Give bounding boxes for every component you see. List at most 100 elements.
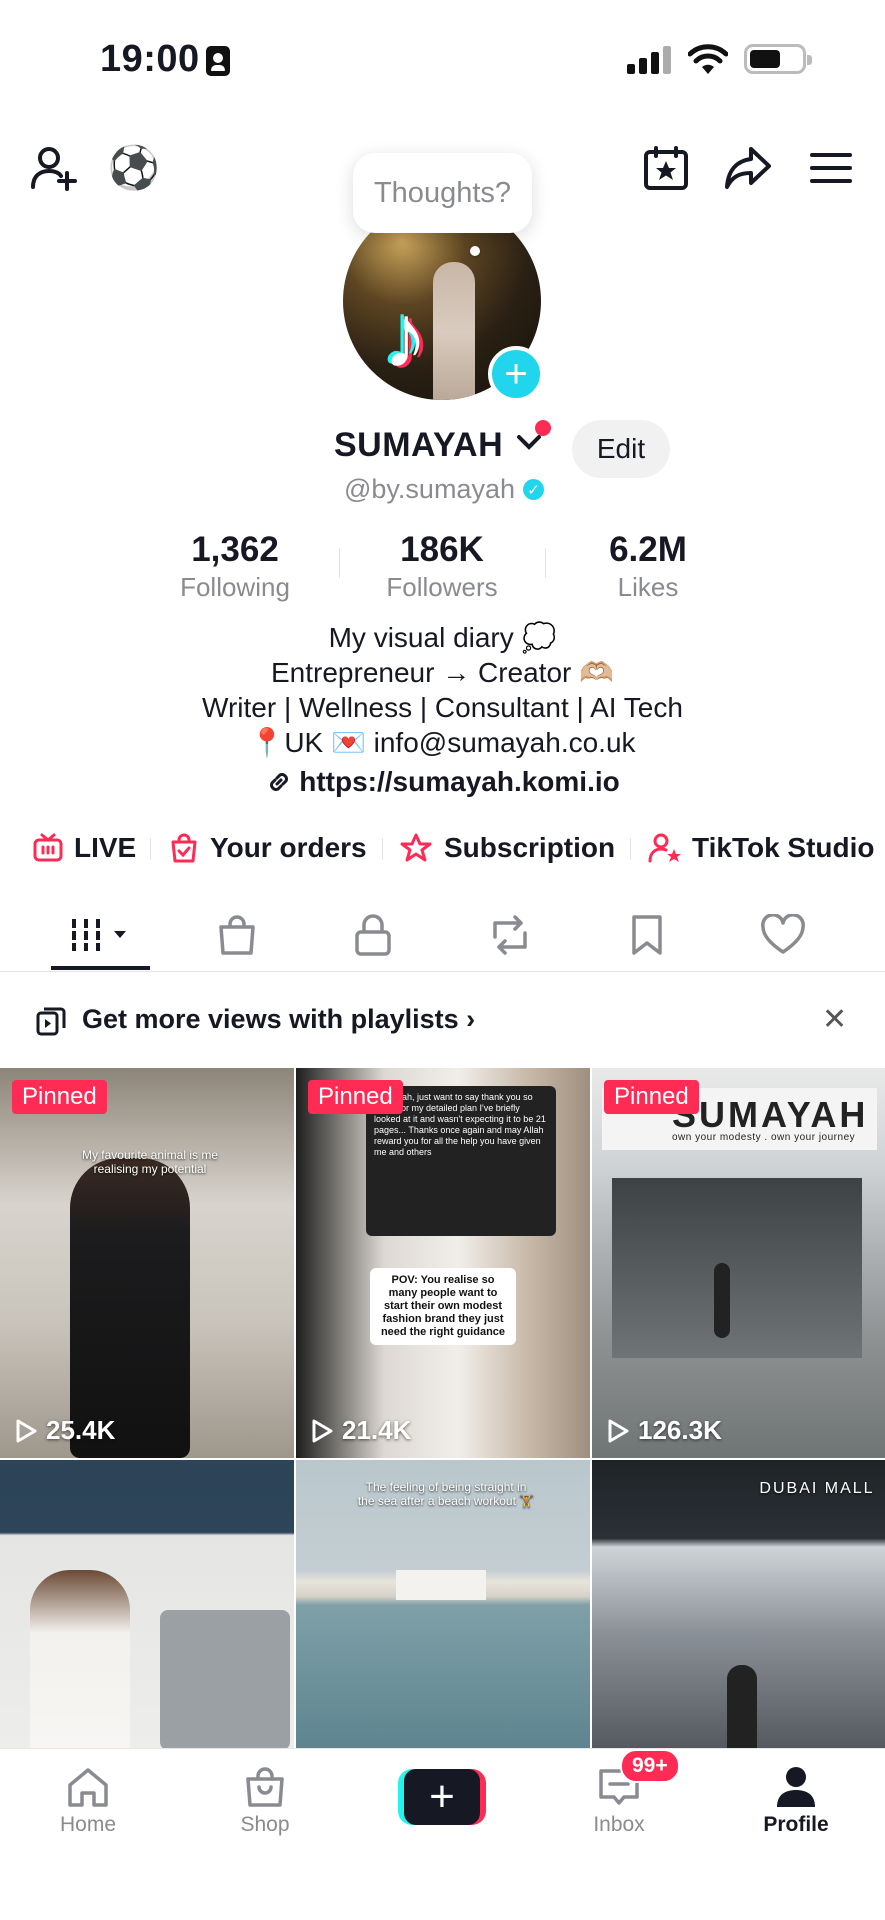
bio-line: Entrepreneur → Creator 🫶🏼 — [271, 657, 614, 688]
bookmark-icon — [632, 915, 662, 955]
content-tabs — [0, 900, 885, 972]
thoughts-bubble-tail — [470, 246, 480, 256]
nav-label: Shop — [240, 1813, 290, 1836]
stat-label: Likes — [617, 572, 679, 602]
playlist-banner-text: Get more views with playlists › — [82, 1004, 475, 1035]
subscription-star-icon — [400, 833, 432, 862]
inbox-badge: 99+ — [620, 1749, 680, 1783]
stat-value: 186K — [400, 530, 484, 569]
bio: My visual diary 💭 Entrepreneur → Creator… — [0, 620, 885, 760]
video-thumbnail-figure — [727, 1665, 757, 1750]
divider — [630, 838, 631, 860]
stat-label: Following — [180, 572, 290, 602]
chevron-right-icon: › — [466, 1004, 476, 1034]
add-friend-icon[interactable] — [26, 140, 82, 196]
profile-handle: @by.sumayah — [344, 474, 515, 504]
tab-private[interactable] — [338, 900, 408, 970]
shortcut-label: Subscription — [444, 832, 616, 863]
video-tile[interactable]: My favourite animal is me realising my p… — [0, 1068, 294, 1458]
thoughts-bubble[interactable]: Thoughts? — [353, 153, 532, 233]
calendar-star-icon[interactable] — [638, 140, 694, 196]
video-thumbnail-figure — [30, 1570, 130, 1750]
tab-videos[interactable] — [66, 900, 136, 970]
heart-icon — [761, 914, 805, 954]
wifi-icon — [688, 44, 728, 74]
lock-icon — [355, 914, 391, 956]
profile-name-row: SUMAYAH Edit — [0, 420, 885, 480]
video-tile[interactable]: SUMAYAH own your modesty . own your journ… — [592, 1068, 885, 1458]
pinned-badge: Pinned — [308, 1080, 403, 1114]
view-count: 126.3K — [606, 1415, 722, 1446]
tab-shop[interactable] — [202, 900, 272, 970]
orders-bag-icon — [171, 833, 197, 863]
edit-profile-button[interactable]: Edit — [572, 420, 670, 478]
tab-favorites[interactable] — [612, 900, 682, 970]
view-count-value: 126.3K — [638, 1415, 722, 1445]
tab-liked[interactable] — [748, 900, 818, 970]
share-icon[interactable] — [720, 140, 776, 196]
shortcut-your-orders[interactable]: Your orders — [168, 826, 367, 870]
video-caption: The feeling of being straight in the sea… — [357, 1480, 535, 1508]
nav-label: Home — [59, 1813, 117, 1836]
stat-label: Followers — [386, 572, 498, 602]
status-bar: 19:00 — [0, 0, 885, 120]
tv-icon — [33, 833, 63, 862]
video-thumbnail-building — [396, 1570, 486, 1600]
stat-following[interactable]: 1,362 Following — [135, 530, 335, 603]
bio-line: 📍UK 💌 info@sumayah.co.uk — [249, 727, 636, 758]
play-icon — [312, 1419, 333, 1442]
studio-person-icon — [648, 833, 681, 863]
video-tile[interactable]: The feeling of being straight in the sea… — [296, 1460, 590, 1750]
video-caption: My favourite animal is me realising my p… — [81, 1148, 219, 1176]
shortcut-tiktok-studio[interactable]: TikTok Studio — [648, 826, 875, 870]
playlist-banner-label: Get more views with playlists — [82, 1004, 459, 1034]
divider — [382, 838, 383, 860]
avatar-person — [433, 262, 475, 400]
verified-badge-icon: ✓ — [523, 479, 544, 500]
video-subcaption: own your modesty . own your journey — [672, 1132, 856, 1143]
video-tile[interactable] — [0, 1460, 294, 1750]
nav-shop[interactable]: Shop — [205, 1765, 325, 1837]
video-tile[interactable]: Sumayah, just want to say thank you so m… — [296, 1068, 590, 1458]
chevron-down-icon[interactable] — [516, 432, 542, 452]
nav-label: Inbox — [593, 1813, 645, 1836]
home-icon — [68, 1768, 108, 1807]
shortcut-live[interactable]: LIVE — [32, 826, 136, 870]
shortcut-subscription[interactable]: Subscription — [400, 826, 615, 870]
video-tile[interactable]: DUBAI MALL — [592, 1460, 885, 1750]
view-count-value: 21.4K — [342, 1415, 412, 1445]
bio-link[interactable]: https://sumayah.komi.io — [0, 766, 885, 798]
play-icon — [608, 1419, 629, 1442]
profile-person-icon — [777, 1767, 815, 1807]
play-icon — [16, 1419, 37, 1442]
soccer-ball-icon[interactable]: ⚽ — [106, 140, 162, 196]
notification-dot — [535, 420, 551, 436]
video-thumbnail-figure — [714, 1263, 730, 1338]
close-icon[interactable]: ✕ — [822, 1002, 847, 1037]
stat-followers[interactable]: 186K Followers — [342, 530, 542, 603]
bio-line: My visual diary 💭 — [328, 622, 557, 653]
tab-reposts[interactable] — [475, 900, 545, 970]
bottom-nav: Home Shop + Inbox 99+ Profile — [0, 1748, 885, 1920]
view-count: 21.4K — [310, 1415, 411, 1446]
stat-likes[interactable]: 6.2M Likes — [548, 530, 748, 603]
create-button[interactable]: + — [398, 1769, 486, 1825]
repost-icon — [493, 915, 527, 955]
view-count-value: 25.4K — [46, 1415, 116, 1445]
bio-line: Writer | Wellness | Consultant | AI Tech — [202, 692, 683, 723]
video-caption: DUBAI MALL — [759, 1480, 875, 1497]
divider — [545, 548, 546, 578]
stat-value: 1,362 — [191, 530, 279, 569]
pinned-badge: Pinned — [604, 1080, 699, 1114]
tiktok-logo-icon: ♪ — [383, 287, 428, 387]
playlist-banner[interactable]: Get more views with playlists › ✕ — [0, 972, 885, 1068]
add-story-icon[interactable]: + — [488, 346, 544, 402]
nav-profile[interactable]: Profile — [736, 1765, 856, 1837]
nav-label: Profile — [763, 1813, 829, 1836]
shop-bag-icon — [246, 1767, 284, 1807]
divider — [339, 548, 340, 578]
nav-home[interactable]: Home — [28, 1765, 148, 1837]
menu-icon[interactable] — [803, 140, 859, 196]
stat-value: 6.2M — [609, 530, 687, 569]
profile-name[interactable]: SUMAYAH — [334, 426, 503, 465]
